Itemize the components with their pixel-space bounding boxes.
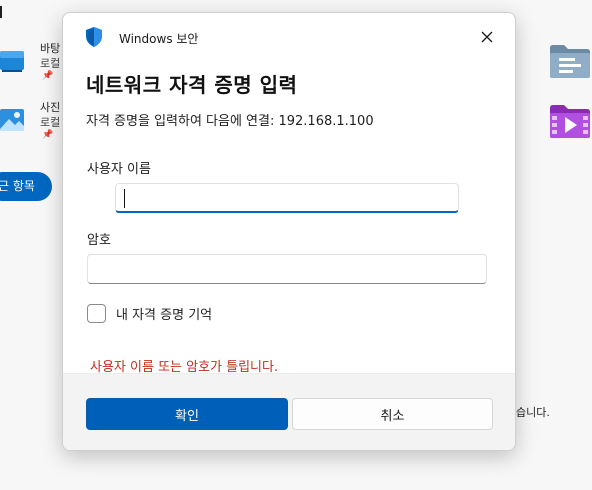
- password-label: 암호: [87, 233, 111, 248]
- window-edge-mark: [0, 6, 2, 18]
- username-label: 사용자 이름: [87, 162, 151, 177]
- close-icon: [481, 31, 493, 43]
- dialog-description: 자격 증명을 입력하여 다음에 연결: 192.168.1.100: [86, 114, 374, 129]
- pin-icon: 📌: [42, 130, 54, 140]
- dialog-app-title: Windows 보안: [119, 32, 199, 46]
- quick-access-item-pictures[interactable]: 사진 로컬 📌: [0, 99, 70, 143]
- desktop-icon: [0, 51, 24, 72]
- ok-button[interactable]: 확인: [86, 398, 288, 430]
- document-folder-icon: [550, 45, 590, 78]
- windows-security-shield-icon: [86, 27, 102, 47]
- dialog-footer: 확인 취소: [63, 373, 515, 450]
- text-caret: [124, 189, 125, 208]
- dialog-title-bar[interactable]: Windows 보안: [63, 13, 515, 59]
- remember-credentials-label[interactable]: 내 자격 증명 기억: [116, 304, 212, 323]
- username-input[interactable]: [115, 183, 459, 213]
- dialog-heading: 네트워크 자격 증명 입력: [86, 73, 298, 97]
- background-status-text: 습니다.: [516, 406, 550, 419]
- item-name: 바탕: [40, 42, 61, 55]
- cancel-button[interactable]: 취소: [292, 398, 493, 430]
- item-location: 로컬: [40, 116, 61, 129]
- video-folder-icon: [550, 105, 590, 138]
- password-input[interactable]: [87, 254, 487, 284]
- close-button[interactable]: [471, 25, 503, 49]
- credential-dialog: Windows 보안 네트워크 자격 증명 입력 자격 증명을 입력하여 다음에…: [62, 12, 516, 451]
- item-location: 로컬: [40, 57, 61, 70]
- recent-items-button[interactable]: 근 항목: [0, 172, 52, 201]
- remember-credentials-checkbox[interactable]: [87, 304, 106, 323]
- pictures-icon: [0, 109, 24, 131]
- quick-access-item-desktop[interactable]: 바탕 로컬 📌: [0, 40, 70, 84]
- pin-icon: 📌: [42, 71, 54, 81]
- item-name: 사진: [40, 101, 61, 114]
